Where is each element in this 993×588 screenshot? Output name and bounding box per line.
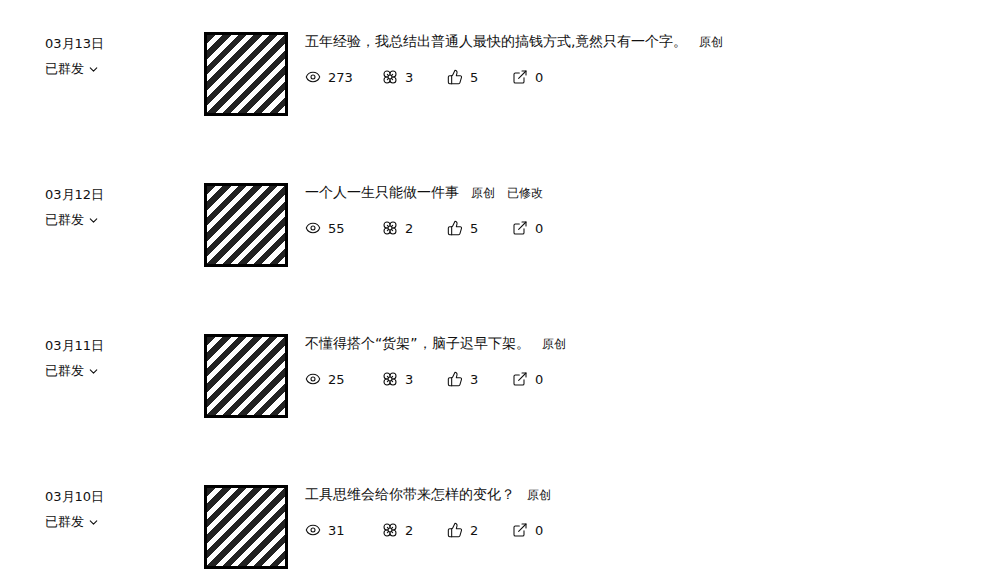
likes-stat: 5: [447, 69, 512, 85]
status-dropdown[interactable]: 已群发: [45, 362, 204, 380]
wow-icon: [382, 220, 398, 236]
shares-stat: 0: [512, 371, 577, 387]
status-dropdown[interactable]: 已群发: [45, 211, 204, 229]
article-stats: 55250: [305, 220, 993, 236]
views-stat: 273: [305, 69, 382, 85]
shares-stat: 0: [512, 522, 577, 538]
likes-icon: [447, 220, 463, 236]
title-line: 不懂得搭个“货架”，脑子迟早下架。原创: [305, 335, 993, 353]
article-stats: 31220: [305, 522, 993, 538]
shares-icon: [512, 522, 528, 538]
wow-stat: 3: [382, 371, 447, 387]
chevron-down-icon: [87, 516, 100, 529]
wow-icon: [382, 69, 398, 85]
wow-stat: 3: [382, 69, 447, 85]
article-title[interactable]: 五年经验，我总结出普通人最快的搞钱方式,竟然只有一个字。: [305, 33, 687, 51]
article-title[interactable]: 不懂得搭个“货架”，脑子迟早下架。: [305, 335, 530, 353]
date-column: 03月10日已群发: [45, 485, 204, 569]
article-content: 不懂得搭个“货架”，脑子迟早下架。原创25330: [288, 334, 993, 418]
article-title[interactable]: 工具思维会给你带来怎样的变化？: [305, 486, 515, 504]
article-row: 03月10日已群发工具思维会给你带来怎样的变化？原创31220: [45, 485, 993, 569]
shares-icon: [512, 69, 528, 85]
views-stat: 31: [305, 522, 382, 538]
title-line: 一个人一生只能做一件事原创已修改: [305, 184, 993, 202]
article-row: 03月11日已群发不懂得搭个“货架”，脑子迟早下架。原创25330: [45, 334, 993, 418]
article-content: 工具思维会给你带来怎样的变化？原创31220: [288, 485, 993, 569]
status-dropdown[interactable]: 已群发: [45, 60, 204, 78]
views-icon: [305, 522, 321, 538]
date-column: 03月11日已群发: [45, 334, 204, 418]
publish-date: 03月13日: [45, 35, 204, 53]
title-line: 工具思维会给你带来怎样的变化？ 原创: [305, 486, 993, 504]
article-tag: 原创: [542, 336, 566, 353]
article-tag: 原创: [699, 34, 723, 51]
views-stat: 55: [305, 220, 382, 236]
article-stats: 273350: [305, 69, 993, 85]
views-icon: [305, 220, 321, 236]
shares-icon: [512, 371, 528, 387]
status-dropdown[interactable]: 已群发: [45, 513, 204, 531]
views-stat: 25: [305, 371, 382, 387]
article-thumbnail[interactable]: [204, 183, 288, 267]
views-icon: [305, 69, 321, 85]
shares-stat: 0: [512, 220, 577, 236]
date-column: 03月13日已群发: [45, 32, 204, 116]
title-line: 五年经验，我总结出普通人最快的搞钱方式,竟然只有一个字。原创: [305, 33, 993, 51]
likes-stat: 5: [447, 220, 512, 236]
wow-stat: 2: [382, 522, 447, 538]
shares-icon: [512, 220, 528, 236]
article-content: 一个人一生只能做一件事原创已修改 55250: [288, 183, 993, 267]
article-tag: 已修改: [507, 185, 543, 202]
article-row: 03月12日已群发 一个人一生只能做一件事原创已修改 55250: [45, 183, 993, 267]
shares-stat: 0: [512, 69, 577, 85]
likes-stat: 2: [447, 522, 512, 538]
chevron-down-icon: [87, 214, 100, 227]
wow-icon: [382, 371, 398, 387]
article-thumbnail[interactable]: [204, 32, 288, 116]
article-thumbnail[interactable]: [204, 334, 288, 418]
article-stats: 25330: [305, 371, 993, 387]
wow-stat: 2: [382, 220, 447, 236]
chevron-down-icon: [87, 63, 100, 76]
article-row: 03月13日已群发 五年经验，我总结出普通人最快的搞钱方式,竟然只有一个字。原创 2…: [45, 32, 993, 116]
article-title[interactable]: 一个人一生只能做一件事: [305, 184, 459, 202]
likes-stat: 3: [447, 371, 512, 387]
likes-icon: [447, 522, 463, 538]
wow-icon: [382, 522, 398, 538]
publish-date: 03月12日: [45, 186, 204, 204]
article-tag: 原创: [527, 487, 551, 504]
article-list: 03月13日已群发五年经验，我总结出普通人最快的搞钱方式,竟然只有一个字。原创2…: [0, 0, 993, 569]
chevron-down-icon: [87, 365, 100, 378]
article-tag: 原创: [471, 185, 495, 202]
likes-icon: [447, 371, 463, 387]
publish-date: 03月11日: [45, 337, 204, 355]
article-content: 五年经验，我总结出普通人最快的搞钱方式,竟然只有一个字。原创 273350: [288, 32, 993, 116]
date-column: 03月12日已群发: [45, 183, 204, 267]
publish-date: 03月10日: [45, 488, 204, 506]
article-thumbnail[interactable]: [204, 485, 288, 569]
views-icon: [305, 371, 321, 387]
likes-icon: [447, 69, 463, 85]
